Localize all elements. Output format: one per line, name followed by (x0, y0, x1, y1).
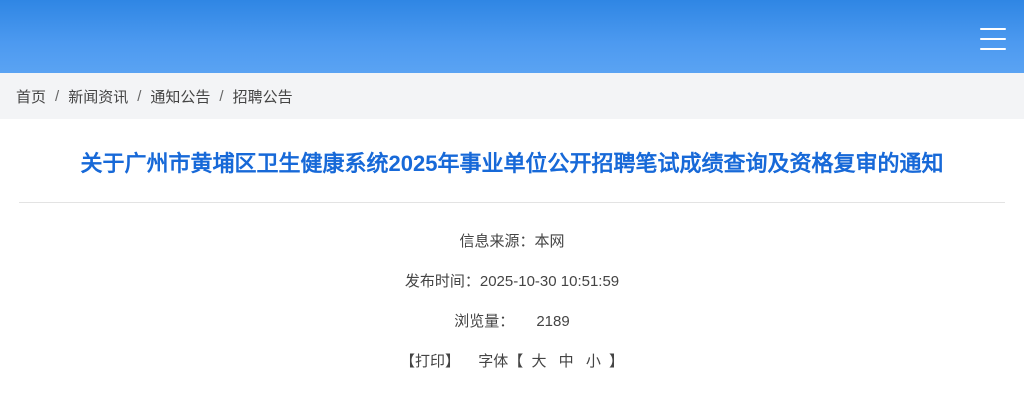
font-large-button[interactable]: 大 (531, 353, 546, 370)
breadcrumb-notices[interactable]: 通知公告 (150, 86, 210, 107)
font-small-button[interactable]: 小 (586, 353, 601, 370)
publish-time-row: 发布时间：2025-10-30 10:51:59 (0, 262, 1024, 302)
hamburger-menu-icon[interactable] (980, 26, 1006, 52)
views-row: 浏览量： 2189 (0, 302, 1024, 342)
breadcrumb-home[interactable]: 首页 (16, 86, 46, 107)
font-medium-button[interactable]: 中 (559, 353, 574, 370)
breadcrumb-separator: / (137, 87, 142, 105)
title-divider (19, 202, 1005, 203)
breadcrumb: 首页 / 新闻资讯 / 通知公告 / 招聘公告 (0, 73, 1024, 119)
article-title: 关于广州市黄埔区卫生健康系统2025年事业单位公开招聘笔试成绩查询及资格复审的通… (80, 151, 944, 176)
font-size-close: 】 (609, 353, 625, 370)
font-size-label: 字体【 (478, 353, 524, 370)
tools-row: 【打印】 字体【 大 中 小 】 (0, 342, 1024, 382)
publish-time-value: 2025-10-30 10:51:59 (479, 273, 620, 290)
source-label: 信息来源： (459, 233, 535, 250)
publish-time-label: 发布时间： (404, 273, 480, 290)
breadcrumb-separator: / (219, 87, 224, 105)
article-meta: 信息来源：本网 发布时间：2025-10-30 10:51:59 浏览量： 218… (0, 222, 1024, 382)
print-button[interactable]: 【打印】 (400, 353, 460, 370)
top-header (0, 0, 1024, 73)
source-row: 信息来源：本网 (0, 222, 1024, 262)
breadcrumb-recruitment[interactable]: 招聘公告 (233, 86, 293, 107)
source-value: 本网 (534, 233, 565, 250)
breadcrumb-separator: / (55, 87, 60, 105)
views-count: 2189 (536, 313, 570, 330)
breadcrumb-news[interactable]: 新闻资讯 (68, 86, 128, 107)
views-label: 浏览量： (454, 313, 515, 330)
